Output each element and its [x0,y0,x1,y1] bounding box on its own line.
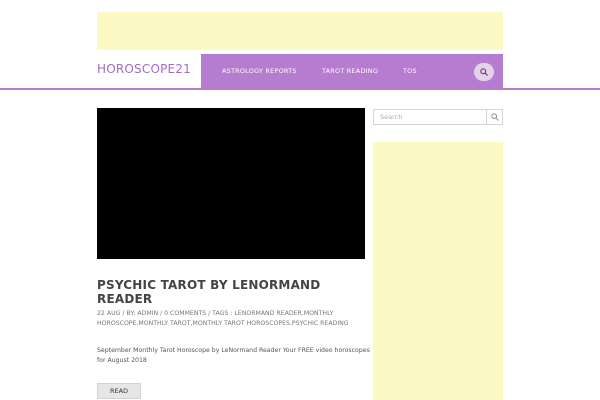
read-button[interactable]: READ [97,383,141,399]
sidebar-search-button[interactable] [486,110,502,124]
header-divider [0,88,600,90]
search-icon [491,113,499,121]
search-icon [480,68,488,76]
nav-search-button[interactable] [474,63,494,81]
nav-item-astrology-reports[interactable]: ASTROLOGY REPORTS [222,67,297,75]
nav-item-tos[interactable]: TOS [403,67,417,75]
sidebar-ad-banner [373,142,503,400]
post-excerpt: September Monthly Tarot Horoscope by LeN… [97,347,370,364]
top-ad-banner [97,12,503,50]
site-logo[interactable]: HOROSCOPE21 [97,62,191,76]
main-navigation: ASTROLOGY REPORTS TAROT READING TOS [201,54,503,89]
nav-item-tarot-reading[interactable]: TAROT READING [322,67,378,75]
post-title[interactable]: PSYCHIC TAROT BY LENORMAND READER [97,278,367,306]
post-meta: 22 AUG / BY: ADMIN / 0 COMMENTS / TAGS :… [97,310,349,327]
sidebar-search-input[interactable] [374,110,486,124]
video-player[interactable] [97,108,365,259]
sidebar-search [373,109,503,125]
